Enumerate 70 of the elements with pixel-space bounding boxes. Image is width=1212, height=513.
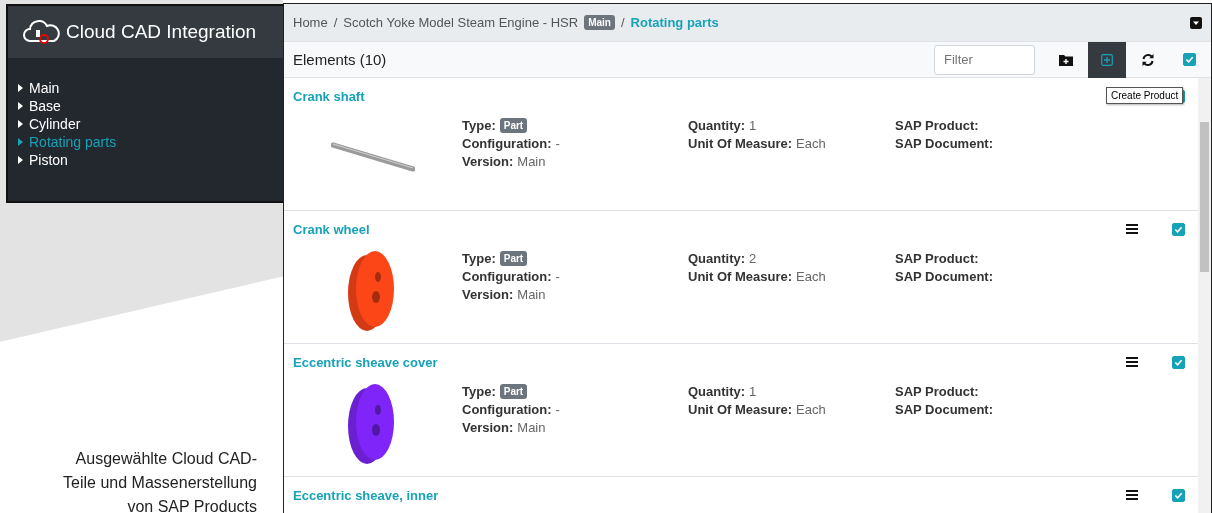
field-label: Type: [462,251,496,266]
field-label: SAP Document: [895,402,993,417]
sidebar-item[interactable]: Cylinder [18,116,283,132]
field-value: Main [517,154,546,169]
field-label: Configuration: [462,269,552,284]
breadcrumb-link[interactable]: Scotch Yoke Model Steam Engine - HSR [343,15,579,30]
field-value: Each [796,269,826,284]
type-badge: Part [499,118,528,133]
field-label: Quantity: [688,384,746,399]
caret-icon [18,156,23,164]
breadcrumb-separator: / [333,15,338,30]
field-label: SAP Document: [895,136,993,151]
field-label: Quantity: [688,118,746,133]
caret-icon [18,84,23,92]
caret-icon [18,138,23,146]
field-label: SAP Product: [895,118,979,133]
filter-field[interactable]: Filter [934,44,1035,75]
cloud-icon [22,19,60,45]
field-label: Quantity: [688,251,746,266]
branch-badge: Main [584,15,615,30]
field-label: SAP Document: [895,269,993,284]
caret-icon [18,102,23,110]
sidebar-item[interactable]: Main [18,80,283,96]
sidebar-item[interactable]: Base [18,98,283,114]
field-label: Unit Of Measure: [688,402,792,417]
type-badge: Part [499,384,528,399]
field-label: SAP Product: [895,384,979,399]
field-value: Each [796,136,826,151]
dropdown-icon[interactable] [1190,16,1202,29]
scrollbar[interactable] [1198,78,1211,513]
elements-title: Elements (10) [293,51,388,68]
element-checkbox[interactable] [1172,488,1185,502]
sidebar-item[interactable]: Rotating parts [18,134,283,150]
app-title: Cloud CAD Integration [66,21,257,43]
field-label: Type: [462,384,496,399]
field-label: Type: [462,118,496,133]
menu-icon[interactable] [1126,224,1138,234]
breadcrumb-separator: / [620,15,625,30]
select-all-checkbox[interactable] [1182,53,1196,66]
menu-icon[interactable] [1126,490,1138,500]
field-label: Configuration: [462,402,552,417]
breadcrumb-link[interactable]: Home [293,15,328,30]
refresh-icon [1141,52,1155,67]
field-value: - [555,402,560,417]
field-label: Unit Of Measure: [688,269,792,284]
field-value: - [555,136,560,151]
field-value: 1 [749,118,757,133]
field-label: Unit Of Measure: [688,136,792,151]
caret-icon [18,120,23,128]
folder-plus-icon [1059,53,1073,66]
field-value: 2 [749,251,757,266]
field-label: Configuration: [462,136,552,151]
plus-square-icon [1101,53,1113,66]
field-label: Version: [462,420,514,435]
sidebar-item[interactable]: Piston [18,152,283,168]
field-value: Main [517,287,546,302]
field-label: Version: [462,287,514,302]
field-label: Version: [462,154,514,169]
field-label: SAP Product: [895,251,979,266]
tooltip: Create Product [1106,87,1184,104]
element-checkbox[interactable] [1172,355,1185,369]
field-value: 1 [749,384,757,399]
field-value: - [555,269,560,284]
field-value: Main [517,420,546,435]
type-badge: Part [499,251,528,266]
caption-text: Ausgewählte Cloud CAD- Teile und Massenerstellung von SAP Products [62,449,258,513]
menu-icon[interactable] [1126,357,1138,367]
element-checkbox[interactable] [1172,222,1185,236]
create-button[interactable] [1088,41,1126,78]
field-value: Each [796,402,826,417]
